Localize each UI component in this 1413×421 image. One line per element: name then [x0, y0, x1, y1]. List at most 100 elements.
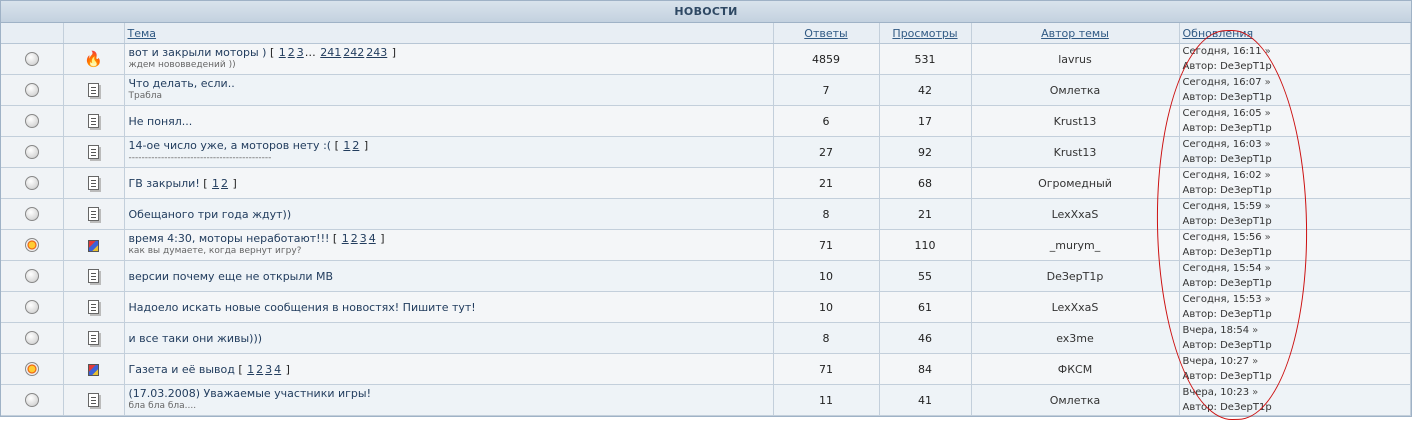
page-link[interactable]: 2 — [351, 232, 358, 245]
topic-title-link[interactable]: Надоело искать новые сообщения в новостя… — [129, 301, 476, 314]
last-author-link[interactable]: DeЗерТ1р — [1220, 185, 1272, 196]
table-row: 🔥 вот и закрыли моторы ) [ 1 2 3… 241 242 243… — [1, 43, 1411, 75]
go-to-last-post-icon[interactable]: » — [1252, 325, 1258, 336]
topic-title-link[interactable]: и все таки они живы))) — [129, 332, 263, 345]
last-post-time: Сегодня, 16:03 — [1182, 139, 1262, 150]
topic-author-link[interactable]: Омлетка — [971, 74, 1180, 106]
views-count: 84 — [879, 353, 972, 385]
forum-board: НОВОСТИ Тема Ответы Просмотры Автор темы… — [0, 0, 1412, 417]
last-author-link[interactable]: DeЗерТ1р — [1220, 340, 1272, 351]
page-link[interactable]: 2 — [288, 46, 295, 59]
topic-status-icon — [24, 207, 39, 221]
page-link[interactable]: 2 — [256, 363, 263, 376]
last-author-link[interactable]: DeЗерТ1р — [1220, 216, 1272, 227]
header-updates-link[interactable]: Обновления — [1179, 23, 1411, 44]
last-post-cell: Сегодня, 16:11» Автор: DeЗерТ1р — [1179, 43, 1411, 75]
page-link[interactable]: 1 — [279, 46, 286, 59]
topic-status-icon — [24, 393, 39, 407]
topic-author-link[interactable]: Огромедный — [971, 167, 1180, 199]
pagination: [ 1234 ] — [238, 362, 290, 376]
page-link[interactable]: 3 — [297, 46, 304, 59]
topic-author-link[interactable]: DeЗерТ1р — [971, 260, 1180, 292]
go-to-last-post-icon[interactable]: » — [1265, 201, 1271, 212]
last-author-link[interactable]: DeЗерТ1р — [1220, 61, 1272, 72]
page-link[interactable]: 2 — [352, 139, 359, 152]
last-author-link[interactable]: DeЗерТ1р — [1220, 92, 1272, 103]
topic-author-link[interactable]: LexXxaS — [971, 291, 1180, 323]
topic-cell: (17.03.2008) Уважаемые участники игры! бл… — [124, 384, 774, 416]
status-cell — [1, 322, 64, 354]
topic-title-link[interactable]: 14-ое число уже, а моторов нету :( — [129, 139, 332, 152]
cube-icon — [88, 363, 99, 376]
header-topic-link[interactable]: Тема — [124, 23, 774, 44]
page-link[interactable]: 1 — [247, 363, 254, 376]
views-count: 68 — [879, 167, 972, 199]
go-to-last-post-icon[interactable]: » — [1265, 139, 1271, 150]
table-row: версии почему еще не открыли МВ 10 55 DeЗер… — [1, 260, 1411, 292]
pagination-ellipsis: … — [304, 46, 316, 59]
page-link[interactable]: 3 — [265, 363, 272, 376]
last-post-cell: Сегодня, 16:07» Автор: DeЗерТ1р — [1179, 74, 1411, 106]
page-link[interactable]: 242 — [343, 46, 364, 59]
topic-title-link[interactable]: Не понял... — [129, 115, 193, 128]
go-to-last-post-icon[interactable]: » — [1265, 263, 1271, 274]
topic-title-link[interactable]: Газета и её вывод — [129, 363, 235, 376]
topic-author-link[interactable]: Krust13 — [971, 105, 1180, 137]
last-author-label: Автор: — [1182, 402, 1217, 413]
page-link[interactable]: 4 — [274, 363, 281, 376]
go-to-last-post-icon[interactable]: » — [1265, 232, 1271, 243]
topic-status-icon — [24, 114, 39, 128]
go-to-last-post-icon[interactable]: » — [1265, 108, 1271, 119]
last-author-link[interactable]: DeЗерТ1р — [1220, 123, 1272, 134]
topic-title-link[interactable]: ГВ закрыли! — [129, 177, 200, 190]
topic-author-link[interactable]: Krust13 — [971, 136, 1180, 168]
topic-title-link[interactable]: версии почему еще не открыли МВ — [129, 270, 334, 283]
views-count: 110 — [879, 229, 972, 261]
last-author-label: Автор: — [1182, 371, 1217, 382]
last-post-time: Сегодня, 15:59 — [1182, 201, 1262, 212]
last-author-link[interactable]: DeЗерТ1р — [1220, 309, 1272, 320]
topic-author-link[interactable]: ФКСМ — [971, 353, 1180, 385]
topic-title-link[interactable]: (17.03.2008) Уважаемые участники игры! — [129, 387, 372, 400]
icon-cell — [63, 260, 125, 292]
topic-author-link[interactable]: lavrus — [971, 43, 1180, 75]
page-link[interactable]: 1 — [343, 139, 350, 152]
replies-count: 7 — [773, 74, 880, 106]
header-author-link[interactable]: Автор темы — [971, 23, 1180, 44]
topic-author-link[interactable]: _murym_ — [971, 229, 1180, 261]
table-row: (17.03.2008) Уважаемые участники игры! бл… — [1, 384, 1411, 416]
page-link[interactable]: 1 — [342, 232, 349, 245]
topic-title-link[interactable]: время 4:30, моторы неработают!!! — [129, 232, 330, 245]
page-link[interactable]: 241 — [320, 46, 341, 59]
hot-topic-status-icon — [24, 362, 39, 376]
topic-cell: версии почему еще не открыли МВ — [124, 260, 774, 292]
page-link[interactable]: 3 — [360, 232, 367, 245]
status-cell — [1, 105, 64, 137]
page-link[interactable]: 4 — [369, 232, 376, 245]
go-to-last-post-icon[interactable]: » — [1252, 387, 1258, 398]
topic-author-link[interactable]: Омлетка — [971, 384, 1180, 416]
topic-cell: ГВ закрыли! [ 12 ] — [124, 167, 774, 199]
topic-author-link[interactable]: ex3me — [971, 322, 1180, 354]
page-link[interactable]: 1 — [212, 177, 219, 190]
go-to-last-post-icon[interactable]: » — [1265, 294, 1271, 305]
last-author-link[interactable]: DeЗерТ1р — [1220, 278, 1272, 289]
go-to-last-post-icon[interactable]: » — [1252, 356, 1258, 367]
go-to-last-post-icon[interactable]: » — [1265, 170, 1271, 181]
header-views-link[interactable]: Просмотры — [879, 23, 972, 44]
last-author-link[interactable]: DeЗерТ1р — [1220, 402, 1272, 413]
last-author-link[interactable]: DeЗерТ1р — [1220, 247, 1272, 258]
table-row: Не понял... 6 17 Krust13 Сегодня, 16:05» Авто… — [1, 105, 1411, 137]
header-replies-link[interactable]: Ответы — [773, 23, 880, 44]
document-icon — [88, 114, 99, 128]
go-to-last-post-icon[interactable]: » — [1265, 46, 1271, 57]
last-author-link[interactable]: DeЗерТ1р — [1220, 154, 1272, 165]
topic-title-link[interactable]: Что делать, если.. — [129, 77, 235, 90]
page-link[interactable]: 243 — [366, 46, 387, 59]
last-author-link[interactable]: DeЗерТ1р — [1220, 371, 1272, 382]
go-to-last-post-icon[interactable]: » — [1265, 77, 1271, 88]
topic-author-link[interactable]: LexXxaS — [971, 198, 1180, 230]
topic-title-link[interactable]: Обещаного три года ждут)) — [129, 208, 292, 221]
page-link[interactable]: 2 — [221, 177, 228, 190]
topic-title-link[interactable]: вот и закрыли моторы ) — [129, 46, 267, 59]
